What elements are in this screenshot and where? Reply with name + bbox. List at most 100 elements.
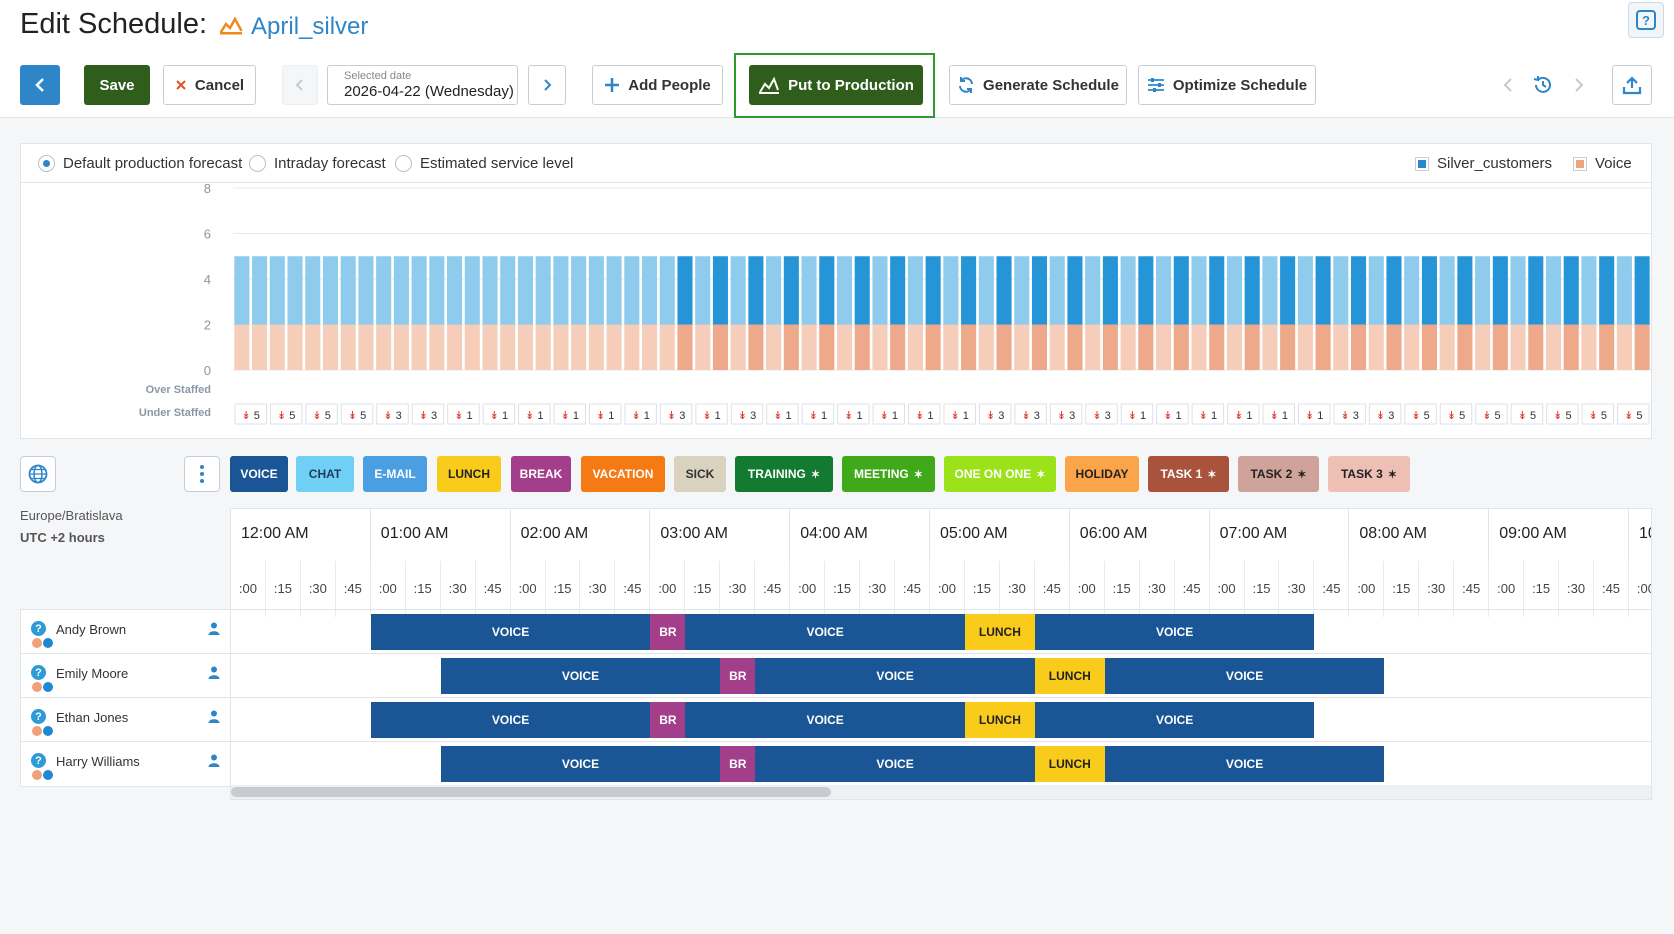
shift-block-voice[interactable]: VOICE bbox=[1104, 658, 1385, 694]
under-staffed-number: 3 bbox=[1353, 410, 1359, 422]
help-button[interactable]: ? bbox=[1628, 2, 1664, 38]
under-staffed-value: ↡ 1 bbox=[596, 410, 614, 422]
bar-silver-customers bbox=[712, 256, 728, 325]
user-icon[interactable] bbox=[208, 710, 220, 728]
down-arrow-icon: ↡ bbox=[631, 410, 643, 422]
shift-block-lunch[interactable]: LUNCH bbox=[1034, 658, 1105, 694]
user-icon[interactable] bbox=[208, 666, 220, 684]
person-row[interactable]: ? Ethan Jones bbox=[21, 698, 230, 742]
scrollbar-thumb[interactable] bbox=[231, 787, 831, 797]
activity-label: ONE ON ONE bbox=[954, 467, 1032, 481]
more-options-button[interactable] bbox=[184, 456, 220, 492]
under-staffed-value: ↡ 5 bbox=[1553, 410, 1571, 422]
shift-block-voice[interactable]: VOICE bbox=[370, 702, 651, 738]
activity-break[interactable]: BREAK bbox=[511, 456, 571, 492]
redo-button[interactable] bbox=[1568, 74, 1590, 96]
shift-block-voice[interactable]: VOICE bbox=[440, 746, 721, 782]
shift-block-voice[interactable]: VOICE bbox=[685, 614, 965, 650]
under-staffed-number: 3 bbox=[1105, 410, 1111, 422]
undo-button[interactable] bbox=[1497, 74, 1519, 96]
shift-block-voice[interactable]: VOICE bbox=[1104, 746, 1385, 782]
y-tick-label: 6 bbox=[204, 227, 211, 242]
shift-block-voice[interactable]: VOICE bbox=[1034, 702, 1315, 738]
date-picker[interactable]: Selected date 2026-04-22 (Wednesday) bbox=[327, 65, 518, 105]
bar-silver-customers bbox=[535, 256, 551, 325]
pin-icon: ✶ bbox=[913, 468, 923, 481]
bar-silver-customers bbox=[1439, 256, 1455, 325]
shift-block-lunch[interactable]: LUNCH bbox=[964, 614, 1035, 650]
bar-silver-customers bbox=[1085, 256, 1101, 325]
next-date-button[interactable] bbox=[528, 65, 566, 105]
activity-voice[interactable]: VOICE bbox=[230, 456, 288, 492]
bar-silver-customers bbox=[1634, 256, 1650, 325]
activity-one-on-one[interactable]: ONE ON ONE ✶ bbox=[944, 456, 1056, 492]
refresh-icon bbox=[959, 77, 974, 93]
shift-block-voice[interactable]: VOICE bbox=[1034, 614, 1315, 650]
sliders-icon bbox=[1147, 78, 1164, 92]
shift-block-lunch[interactable]: LUNCH bbox=[964, 702, 1035, 738]
optimize-schedule-button[interactable]: Optimize Schedule bbox=[1138, 65, 1316, 105]
activity-training[interactable]: TRAINING ✶ bbox=[735, 456, 833, 492]
add-people-button[interactable]: Add People bbox=[592, 65, 723, 105]
under-staffed-value: ↡ 3 bbox=[1092, 410, 1110, 422]
bar-voice bbox=[1368, 324, 1384, 370]
horizontal-scrollbar[interactable] bbox=[231, 785, 1651, 799]
help-badge-icon[interactable]: ? bbox=[31, 665, 46, 680]
export-button[interactable] bbox=[1612, 65, 1652, 105]
activity-sick[interactable]: SICK bbox=[674, 456, 726, 492]
activity-meeting[interactable]: MEETING ✶ bbox=[842, 456, 935, 492]
cancel-button[interactable]: Cancel bbox=[163, 65, 256, 105]
bar-voice bbox=[659, 324, 675, 370]
history-button[interactable] bbox=[1532, 74, 1554, 96]
bar-silver-customers bbox=[393, 256, 409, 325]
y-tick-label: 4 bbox=[204, 272, 211, 287]
bar-voice bbox=[1226, 324, 1242, 370]
shift-block-br[interactable]: BR bbox=[650, 614, 686, 650]
shift-block-voice[interactable]: VOICE bbox=[685, 702, 965, 738]
activity-vacation[interactable]: VACATION bbox=[581, 456, 665, 492]
generate-schedule-button[interactable]: Generate Schedule bbox=[949, 65, 1127, 105]
bar-voice bbox=[411, 324, 427, 370]
shift-block-voice[interactable]: VOICE bbox=[370, 614, 651, 650]
activity-holiday[interactable]: HOLIDAY bbox=[1065, 456, 1139, 492]
user-icon[interactable] bbox=[208, 622, 220, 640]
hour-label: 12:00 AM bbox=[231, 509, 371, 561]
under-staffed-number: 1 bbox=[715, 410, 721, 422]
shift-block-voice[interactable]: VOICE bbox=[755, 658, 1035, 694]
down-arrow-icon: ↡ bbox=[915, 410, 927, 422]
cancel-label: Cancel bbox=[194, 76, 245, 94]
help-badge-icon[interactable]: ? bbox=[31, 709, 46, 724]
previous-date-button[interactable] bbox=[282, 65, 318, 105]
bar-voice bbox=[907, 324, 923, 370]
chevron-left-icon bbox=[1503, 78, 1512, 92]
bar-silver-customers bbox=[606, 256, 622, 325]
person-row[interactable]: ? Emily Moore bbox=[21, 654, 230, 698]
put-to-production-button[interactable]: Put to Production bbox=[749, 65, 923, 105]
under-staffed-value: ↡ 1 bbox=[1163, 410, 1181, 422]
person-row[interactable]: ? Andy Brown bbox=[21, 610, 230, 654]
schedule-icon bbox=[219, 14, 243, 36]
activity-lunch[interactable]: LUNCH bbox=[437, 456, 501, 492]
save-button[interactable]: Save bbox=[84, 65, 150, 105]
person-row[interactable]: ? Harry Williams bbox=[21, 742, 230, 786]
help-badge-icon[interactable]: ? bbox=[31, 753, 46, 768]
shift-block-br[interactable]: BR bbox=[720, 658, 756, 694]
under-staffed-label: Under Staffed bbox=[139, 407, 211, 419]
hour-label: 04:00 AM bbox=[790, 509, 930, 561]
shift-block-voice[interactable]: VOICE bbox=[440, 658, 721, 694]
help-badge-icon[interactable]: ? bbox=[31, 621, 46, 636]
under-staffed-value: ↡ 1 bbox=[631, 410, 649, 422]
activity-chat[interactable]: CHAT bbox=[296, 456, 354, 492]
shift-block-br[interactable]: BR bbox=[720, 746, 756, 782]
activity-e-mail[interactable]: E-MAIL bbox=[363, 456, 427, 492]
user-icon[interactable] bbox=[208, 754, 220, 772]
activity-task-1[interactable]: TASK 1 ✶ bbox=[1148, 456, 1229, 492]
back-button[interactable] bbox=[20, 65, 60, 105]
shift-block-voice[interactable]: VOICE bbox=[755, 746, 1035, 782]
activity-task-3[interactable]: TASK 3 ✶ bbox=[1328, 456, 1410, 492]
bar-silver-customers bbox=[1492, 256, 1508, 325]
shift-block-br[interactable]: BR bbox=[650, 702, 686, 738]
timezone-button[interactable] bbox=[20, 456, 56, 492]
activity-task-2[interactable]: TASK 2 ✶ bbox=[1238, 456, 1319, 492]
shift-block-lunch[interactable]: LUNCH bbox=[1034, 746, 1105, 782]
